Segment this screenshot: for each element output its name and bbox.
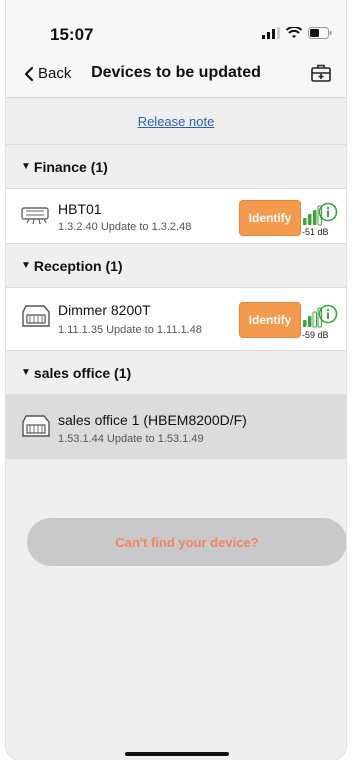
- collapse-arrow-icon: ▼: [21, 367, 31, 378]
- signal-db: -59 dB: [302, 330, 329, 340]
- status-icons: [262, 27, 332, 39]
- status-time: 15:07: [50, 25, 94, 44]
- navigation-bar: Back Devices to be updated: [6, 62, 346, 88]
- device-name: HBT01: [58, 201, 102, 217]
- device-version: 1.11.1.35 Update to 1.11.1.48: [58, 324, 202, 336]
- device-icon: [21, 207, 49, 225]
- group-header-finance[interactable]: ▼ Finance (1): [6, 144, 346, 188]
- toolbox-button[interactable]: [310, 62, 332, 89]
- identify-button[interactable]: Identify: [239, 302, 301, 338]
- identify-button[interactable]: Identify: [239, 200, 301, 236]
- device-row[interactable]: HBT01 1.3.2.40 Update to 1.3.2.48 Identi…: [6, 188, 346, 243]
- wifi-icon: [286, 27, 302, 38]
- group-header-sales-office[interactable]: ▼ sales office (1): [6, 350, 346, 394]
- cant-find-device-button[interactable]: Can't find your device?: [27, 518, 346, 566]
- group-label: Reception (1): [33, 257, 123, 274]
- top-bar: 15:07 Back Devices to be updated: [6, 0, 346, 98]
- group-label: sales office (1): [33, 364, 132, 381]
- home-indicator: [125, 752, 229, 756]
- app-screen: 15:07 Back Devices to be updated Release…: [6, 0, 346, 760]
- device-version: 1.53.1.44 Update to 1.53.1.49: [58, 433, 204, 445]
- collapse-arrow-icon: ▼: [21, 260, 31, 271]
- device-row[interactable]: Dimmer 8200T 1.11.1.35 Update to 1.11.1.…: [6, 287, 346, 350]
- release-note-row: Release note: [6, 98, 346, 144]
- device-row[interactable]: sales office 1 (HBEM8200D/F) 1.53.1.44 U…: [6, 394, 346, 459]
- toolbox-icon: [311, 64, 331, 82]
- group-label: Finance (1): [33, 158, 108, 175]
- group-header-reception[interactable]: ▼ Reception (1): [6, 243, 346, 287]
- cellular-signal-icon: [262, 27, 280, 39]
- device-icon: [22, 305, 50, 327]
- info-icon[interactable]: [318, 202, 338, 222]
- signal-db: -51 dB: [302, 227, 329, 237]
- device-icon: [22, 415, 50, 437]
- device-name: Dimmer 8200T: [58, 302, 151, 318]
- device-name: sales office 1 (HBEM8200D/F): [58, 412, 247, 428]
- battery-icon: [308, 27, 332, 39]
- page-title: Devices to be updated: [91, 64, 261, 81]
- info-icon[interactable]: [318, 304, 338, 324]
- collapse-arrow-icon: ▼: [21, 161, 31, 172]
- device-version: 1.3.2.40 Update to 1.3.2.48: [58, 221, 192, 233]
- release-note-link[interactable]: Release note: [138, 114, 215, 129]
